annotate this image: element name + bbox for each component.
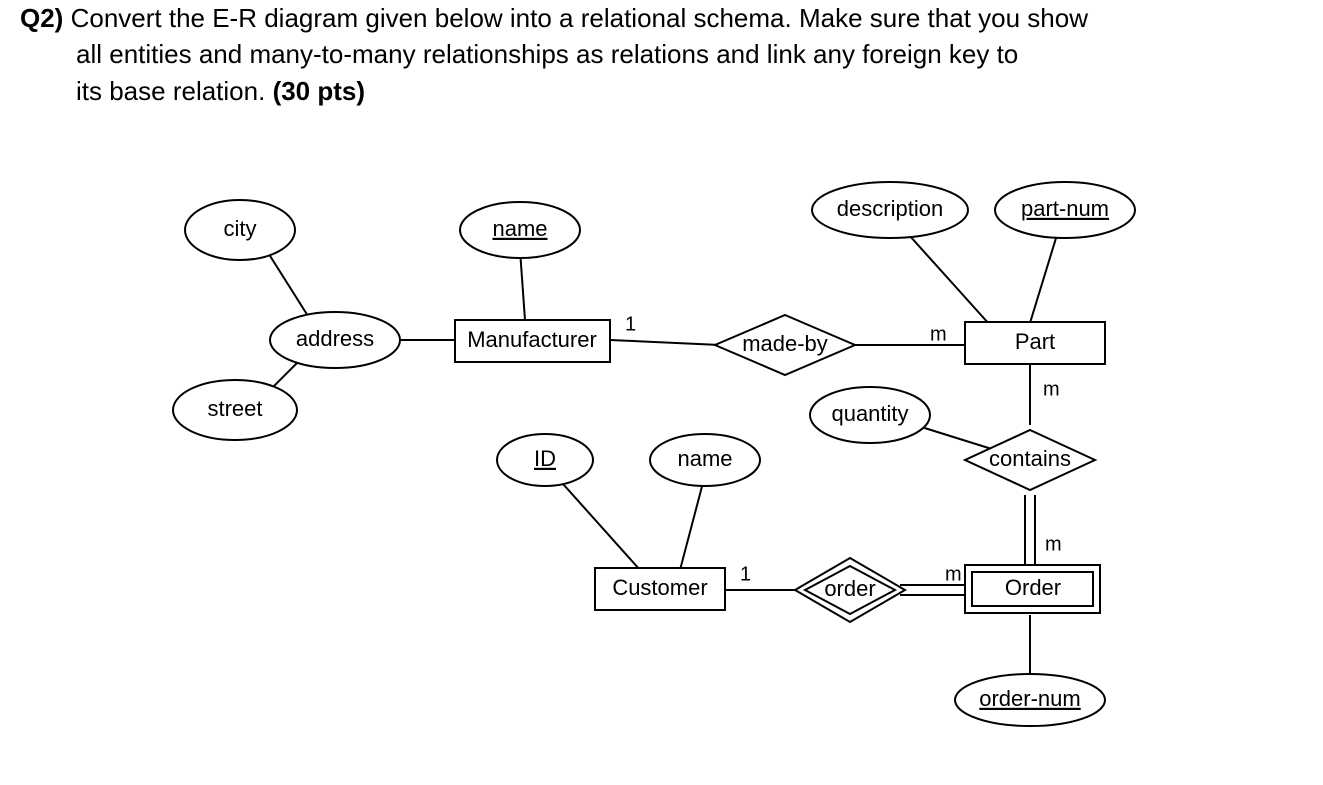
svg-text:city: city bbox=[224, 216, 257, 241]
card-order-order: m bbox=[945, 563, 962, 585]
svg-text:description: description bbox=[837, 196, 943, 221]
svg-text:Customer: Customer bbox=[612, 575, 707, 600]
question-text: Q2) Convert the E-R diagram given below … bbox=[20, 0, 1280, 109]
rel-contains: contains bbox=[965, 430, 1095, 490]
svg-text:quantity: quantity bbox=[831, 401, 908, 426]
entity-manufacturer: Manufacturer bbox=[455, 320, 610, 362]
svg-text:order: order bbox=[824, 576, 875, 601]
question-line2: all entities and many-to-many relationsh… bbox=[76, 39, 1018, 69]
rel-made-by: made-by bbox=[715, 315, 855, 375]
question-line1: Convert the E-R diagram given below into… bbox=[71, 3, 1088, 33]
entity-part: Part bbox=[965, 322, 1105, 364]
attr-street: street bbox=[173, 380, 297, 440]
card-mfr-madeby: 1 bbox=[625, 313, 636, 335]
edge-name-customer bbox=[680, 475, 705, 570]
edge-manufacturer-madeby bbox=[610, 340, 720, 345]
svg-text:order-num: order-num bbox=[979, 686, 1080, 711]
edge-description-part bbox=[900, 225, 990, 325]
svg-text:address: address bbox=[296, 326, 374, 351]
svg-text:street: street bbox=[207, 396, 262, 421]
card-part-contains: m bbox=[1043, 378, 1060, 400]
card-part-madeby: m bbox=[930, 323, 947, 345]
svg-text:Part: Part bbox=[1015, 329, 1055, 354]
er-diagram: city address street name description par… bbox=[0, 150, 1323, 780]
question-line3: its base relation. bbox=[76, 76, 265, 106]
svg-text:Order: Order bbox=[1005, 575, 1061, 600]
attr-manufacturer-name: name bbox=[460, 202, 580, 258]
card-customer-order: 1 bbox=[740, 563, 751, 585]
entity-customer: Customer bbox=[595, 568, 725, 610]
entity-order: Order bbox=[965, 565, 1100, 613]
attr-customer-name: name bbox=[650, 434, 760, 486]
edge-id-customer bbox=[555, 475, 640, 570]
card-order-contains: m bbox=[1045, 533, 1062, 555]
attr-city: city bbox=[185, 200, 295, 260]
attr-customer-id: ID bbox=[497, 434, 593, 486]
edge-name-manufacturer bbox=[520, 250, 525, 320]
svg-text:contains: contains bbox=[989, 446, 1071, 471]
svg-text:Manufacturer: Manufacturer bbox=[467, 327, 597, 352]
svg-text:made-by: made-by bbox=[742, 331, 828, 356]
edge-partnum-part bbox=[1030, 225, 1060, 323]
question-points: (30 pts) bbox=[273, 76, 365, 106]
question-label: Q2) bbox=[20, 3, 63, 33]
attr-address: address bbox=[270, 312, 400, 368]
attr-order-num: order-num bbox=[955, 674, 1105, 726]
attr-part-num: part-num bbox=[995, 182, 1135, 238]
edge-quantity-contains bbox=[915, 425, 995, 450]
attr-description: description bbox=[812, 182, 968, 238]
svg-text:name: name bbox=[492, 216, 547, 241]
svg-text:ID: ID bbox=[534, 446, 556, 471]
rel-order: order bbox=[795, 558, 905, 622]
svg-text:name: name bbox=[677, 446, 732, 471]
svg-text:part-num: part-num bbox=[1021, 196, 1109, 221]
attr-quantity: quantity bbox=[810, 387, 930, 443]
